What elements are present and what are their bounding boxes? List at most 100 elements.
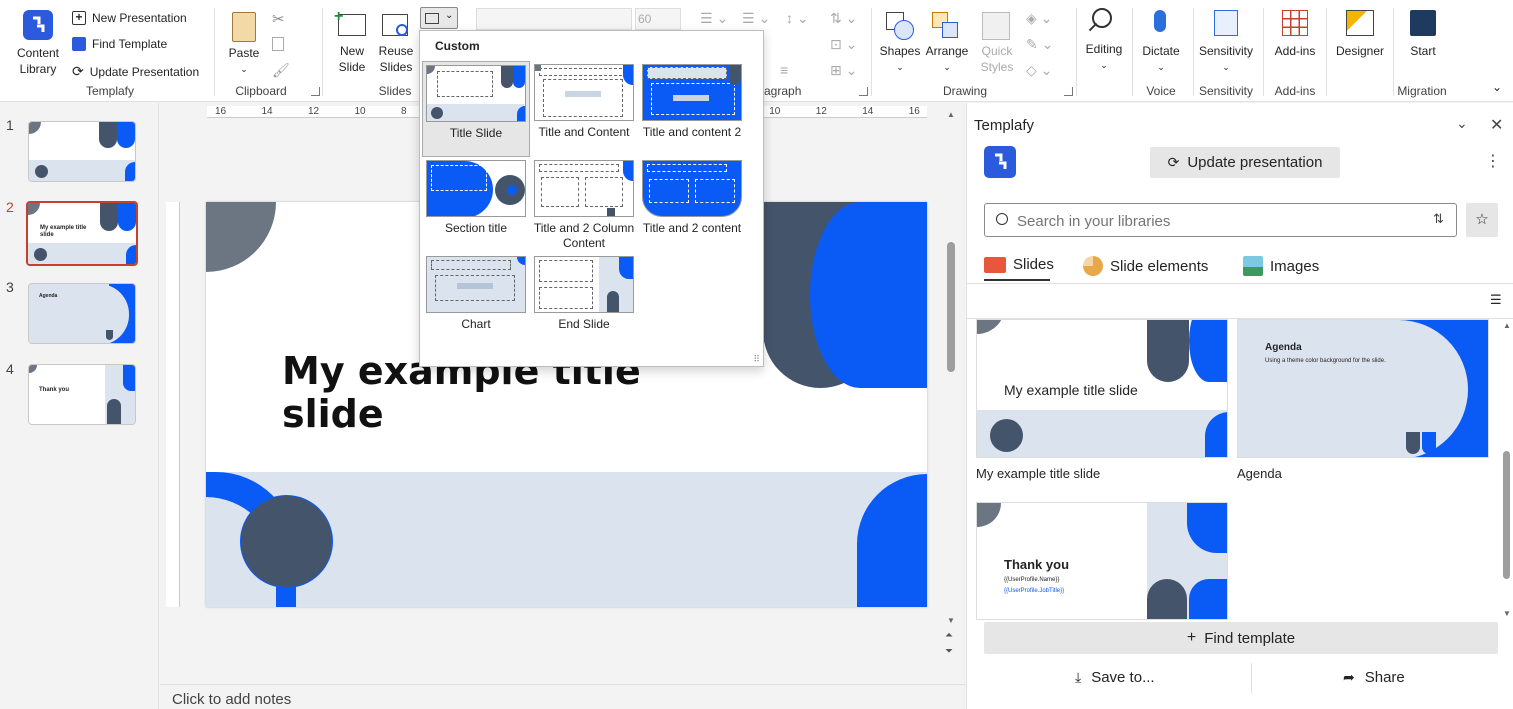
find-template-button[interactable]: Find Template <box>72 37 167 51</box>
thumb-number: 2 <box>6 199 14 215</box>
reuse-slides-button[interactable]: Reuse Slides <box>376 8 416 80</box>
format-painter-icon[interactable]: 🖌 <box>272 62 290 79</box>
paste-button[interactable]: Paste ⌄ <box>226 8 262 76</box>
slide-thumbnail-pane: 1 2 My example title slide 3 Agenda 4 Th… <box>0 103 159 709</box>
align-right-icon[interactable]: ≡ <box>780 62 788 78</box>
tab-active-underline <box>984 279 1050 281</box>
ruler-label: 16 <box>908 106 920 117</box>
template-card-thank-you[interactable]: Thank you {{UserProfile.Name}} {{UserPro… <box>976 502 1228 620</box>
layout-title-and-content[interactable]: Title and Content <box>530 64 638 140</box>
refresh-icon: ⟳ <box>1167 154 1180 170</box>
clipboard-group-label: Clipboard <box>235 84 287 98</box>
addins-button[interactable]: Add-ins <box>1268 6 1322 78</box>
template-card-title-slide[interactable]: My example title slide <box>976 319 1228 458</box>
canvas-scrollbar[interactable]: ▲ ▼ ⏶ ⏷ <box>944 110 958 680</box>
font-size-value: 60 <box>638 12 652 26</box>
arrange-button[interactable]: Arrange ⌄ <box>924 8 970 80</box>
layout-dropdown-menu: Custom Title Slide Title and Content Tit… <box>419 30 764 367</box>
plus-green-icon: + <box>334 8 344 25</box>
previous-slide-icon[interactable]: ⏶ <box>945 630 953 641</box>
numbering-icon[interactable]: ☰ ⌄ <box>742 10 770 27</box>
pane-scrollbar[interactable]: ▲ ▼ <box>1501 321 1513 621</box>
pane-options-chevron-icon[interactable]: ⌄ <box>1456 115 1468 132</box>
drawing-launcher-icon[interactable] <box>1064 87 1073 96</box>
separator <box>871 8 872 96</box>
shape-fill-icon[interactable]: ◈ ⌄ <box>1026 10 1052 27</box>
text-direction-icon[interactable]: ⇅ ⌄ <box>830 10 857 27</box>
separator <box>1076 8 1077 96</box>
shape-outline-icon[interactable]: ✎ ⌄ <box>1026 36 1053 53</box>
paragraph-launcher-icon[interactable] <box>859 87 868 96</box>
scroll-up-icon[interactable]: ▲ <box>947 110 955 119</box>
tab-slide-elements[interactable]: Slide elements <box>1083 256 1208 276</box>
layout-dropdown-button[interactable]: ⌄ <box>420 7 458 29</box>
more-options-icon[interactable]: ⋮ <box>1485 151 1501 171</box>
editing-button[interactable]: Editing ⌄ <box>1082 6 1126 78</box>
bullets-icon[interactable]: ☰ ⌄ <box>700 10 728 27</box>
thumb-number: 4 <box>6 361 14 377</box>
layout-section-title[interactable]: Section title <box>422 160 530 236</box>
new-presentation-button[interactable]: + New Presentation <box>72 11 187 25</box>
close-icon[interactable]: ✕ <box>1490 115 1503 135</box>
quick-styles-button[interactable]: Quick Styles <box>974 8 1020 80</box>
notes-pane[interactable]: Click to add notes <box>160 684 966 709</box>
search-input[interactable] <box>1017 211 1417 231</box>
font-name-dropdown[interactable] <box>476 8 632 30</box>
scroll-down-icon[interactable]: ▼ <box>1503 609 1511 618</box>
update-presentation-label: Update Presentation <box>89 64 200 79</box>
slide-thumbnail-1[interactable] <box>28 121 136 182</box>
layout-label: End Slide <box>558 317 610 331</box>
shape-effects-icon[interactable]: ◇ ⌄ <box>1026 62 1052 79</box>
font-size-dropdown[interactable]: 60 <box>635 8 681 30</box>
layout-title-and-content-2[interactable]: Title and content 2 <box>638 64 746 140</box>
layout-title-and-2-column-content[interactable]: Title and 2 Column Content <box>530 160 638 251</box>
layout-label: Title and Content <box>538 125 630 139</box>
scroll-down-icon[interactable]: ▼ <box>947 616 955 625</box>
layout-title-and-2-content[interactable]: Title and 2 content <box>638 160 746 236</box>
layout-title-slide[interactable]: Title Slide <box>422 61 530 157</box>
collapse-ribbon-icon[interactable]: ⌄ <box>1492 80 1502 94</box>
slide-thumbnail-2[interactable]: My example title slide <box>26 201 138 266</box>
shapes-label: Shapes <box>879 44 921 58</box>
ruler-label: 12 <box>815 106 827 117</box>
shapes-button[interactable]: Shapes ⌄ <box>880 8 920 80</box>
list-view-icon[interactable]: ☰ <box>1490 292 1502 308</box>
share-button[interactable]: ➦ Share <box>1343 669 1405 686</box>
save-to-label: Save to... <box>1091 669 1155 686</box>
next-slide-icon[interactable]: ⏷ <box>945 646 953 657</box>
designer-button[interactable]: Designer <box>1332 6 1388 78</box>
cut-icon[interactable]: ✂ <box>272 10 285 28</box>
template-card-agenda[interactable]: Agenda Using a theme color background fo… <box>1237 319 1489 458</box>
slide-corner-shape <box>206 202 276 272</box>
slide-thumbnail-4[interactable]: Thank you <box>28 364 136 425</box>
align-text-icon[interactable]: ⊡ ⌄ <box>830 36 857 53</box>
tab-images[interactable]: Images <box>1243 256 1319 276</box>
start-migration-button[interactable]: Start <box>1398 6 1448 78</box>
copy-icon[interactable] <box>272 37 284 51</box>
update-presentation-button[interactable]: ⟳ Update Presentation <box>72 63 199 80</box>
line-spacing-icon[interactable]: ↕ ⌄ <box>786 10 809 27</box>
favorites-button[interactable]: ☆ <box>1466 203 1498 237</box>
slide-thumbnail-3[interactable]: Agenda <box>28 283 136 344</box>
save-to-button[interactable]: ⤓ Save to... <box>1075 669 1155 686</box>
scroll-up-icon[interactable]: ▲ <box>1503 321 1511 330</box>
smartart-icon[interactable]: ⊞ ⌄ <box>830 62 857 79</box>
thumb-title: Agenda <box>39 293 58 299</box>
tab-slides[interactable]: Slides <box>984 256 1054 273</box>
update-presentation-button[interactable]: ⟳ Update presentation <box>1150 147 1340 178</box>
update-presentation-label: Update presentation <box>1187 154 1323 171</box>
find-template-button[interactable]: + Find template <box>984 622 1498 654</box>
resize-grip-icon[interactable]: ⠿ <box>753 354 760 365</box>
layout-end-slide[interactable]: End Slide <box>530 256 638 332</box>
sort-icon[interactable]: ⇅ <box>1433 211 1444 227</box>
pie-chart-icon <box>1083 256 1103 276</box>
new-slide-button[interactable]: + New Slide <box>332 8 372 80</box>
clipboard-launcher-icon[interactable] <box>311 87 320 96</box>
content-library-button[interactable]: Content Library <box>10 6 66 78</box>
search-box[interactable]: ⇅ <box>984 203 1457 237</box>
scroll-thumb[interactable] <box>947 242 955 372</box>
dictate-button[interactable]: Dictate ⌄ <box>1138 6 1184 78</box>
sensitivity-button[interactable]: Sensitivity ⌄ <box>1196 6 1256 78</box>
layout-chart[interactable]: Chart <box>422 256 530 332</box>
scroll-thumb[interactable] <box>1503 451 1510 579</box>
